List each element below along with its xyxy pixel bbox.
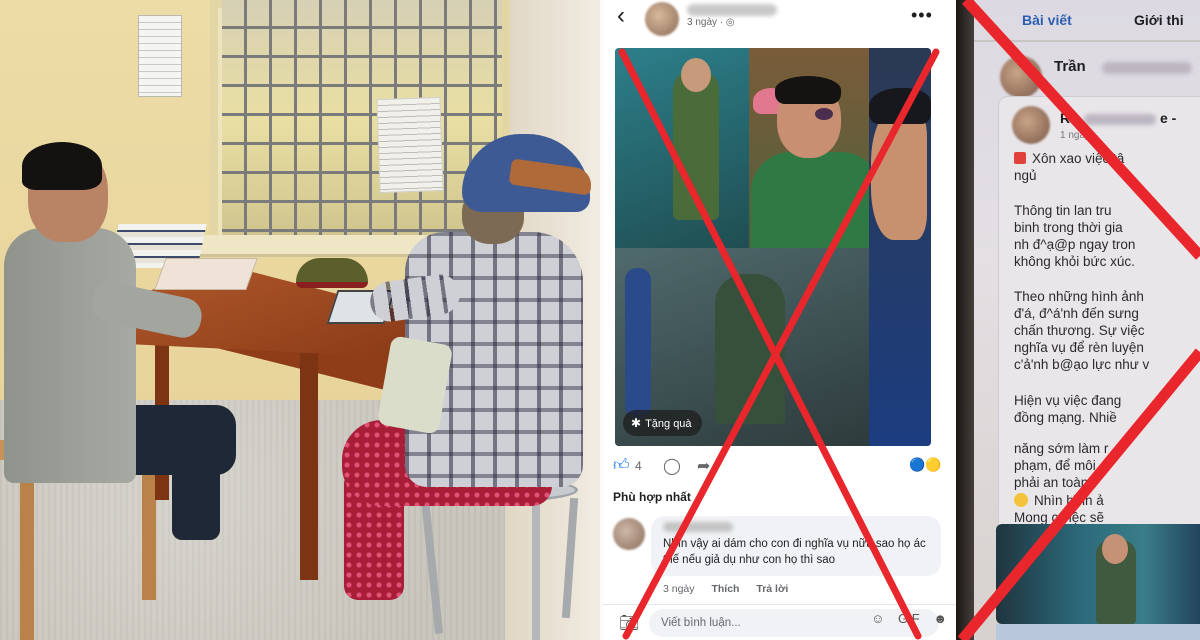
comment-composer: 📷︎ Viết bình luận... ☺ GIF ☻ [603,604,956,640]
article-line: Nhìn hình ả [1014,492,1104,509]
composer-tools: ☺ GIF ☻ [861,605,947,633]
article-line: phạm, để môi [1014,458,1096,473]
reaction-emojis-icon[interactable]: 🔵🟡 [909,457,941,473]
soldier-figure [673,70,719,220]
interview-photo [0,0,600,640]
post-time: 1 ngày [1060,130,1091,141]
article-line: nghĩa vụ để rèn luyện [1014,340,1144,355]
selfie-face [871,110,927,240]
post-time: 3 ngày · ◎ [687,17,735,28]
emoji-icon [1014,493,1028,507]
article-line: năng sớm làm r [1014,441,1109,456]
window-bars [222,0,502,238]
officer-shin [172,420,220,540]
article-line: binh trong thời gia [1014,220,1123,235]
wall-notice-paper [138,15,182,97]
article-line: phải an toàn [1014,475,1089,490]
reply-link[interactable]: Trả lời [756,583,788,595]
article-line: c'ả'nh b@ạo lực như v [1014,357,1150,372]
emoji-icon[interactable]: ☻ [933,611,947,626]
page-name-blurred [1102,62,1192,74]
tab-divider [974,40,1200,42]
comment-text: Nhìn vậy ai dám cho con đi nghĩa vụ nữa … [663,538,926,566]
back-arrow-icon[interactable]: ‹ [617,4,625,28]
comment-filter[interactable]: Phù hợp nhất ▼ [613,490,704,504]
facebook-post-screenshot: ‹ 3 ngày · ◎ ••• ✱ Tặng quà 👍︎ 4 ◯ ➦ 🔵🟡 P… [600,0,956,640]
post-header: ‹ 3 ngày · ◎ ••• [603,0,956,44]
camera-icon[interactable]: 📷︎ [619,613,639,633]
taped-paper [376,96,444,194]
tab-posts[interactable]: Bài viết [1022,12,1072,28]
like-link[interactable]: Thích [711,583,739,595]
phone-edge [956,0,976,640]
globe-icon: ◎ [725,17,735,28]
hair [869,88,931,124]
hair [775,76,841,104]
officer-hair [22,142,102,190]
document-folder [154,258,258,290]
sharer-name-tail: e - [1160,110,1177,126]
desk-leg [300,350,318,580]
soldier-head [1102,534,1128,564]
like-count: 4 [635,459,642,473]
commenter-avatar[interactable] [613,518,645,550]
gif-button[interactable]: GIF [898,611,920,626]
commenter-name-blurred [663,522,733,532]
share-icon[interactable]: ➦ [697,456,710,476]
article-line: Hiện vụ việc đang [1014,393,1122,408]
author-name-blurred [687,4,777,16]
article-line: Theo những hình ảnh [1014,289,1144,304]
officer-body [4,228,136,483]
comment-time: 3 ngày [663,583,695,595]
reaction-row: 👍︎ 4 ◯ ➦ 🔵🟡 [613,456,943,476]
article-line: ngủ [1014,168,1037,183]
page-name[interactable]: Trần [1054,58,1086,75]
gift-icon: ✱ [631,416,642,430]
chevron-down-icon: ▼ [694,493,704,503]
article-line: chấn thương. Sự việc [1014,323,1145,338]
article-line: Thông tin lan tru [1014,203,1112,218]
article-line: đồng mạng. Nhiề [1014,410,1117,425]
phone-screen-photo: Bài viết Giới thi Trần Ro e - 1 ngày Xôn… [956,0,1200,640]
police-cap [296,258,368,288]
soldier-figure [625,268,651,418]
bottom-bar [996,624,1200,640]
gift-button[interactable]: ✱ Tặng quà [623,410,702,436]
soldier-figure [715,274,785,424]
bruised-eye [815,108,833,120]
comment-bubble: Nhìn vậy ai dám cho con đi nghĩa vụ nữa … [651,516,941,576]
like-icon[interactable]: 👍︎ [613,456,630,475]
sticker-icon[interactable]: ☺ [871,611,884,626]
sharer-name[interactable]: Ro [1060,110,1079,126]
soldier-head [681,58,711,92]
article-line: Xôn xao việc tâ [1014,150,1124,167]
article-line: nh đ^ạ@p ngay tron [1014,237,1136,252]
author-avatar[interactable] [645,2,679,36]
tab-intro[interactable]: Giới thi [1134,12,1184,28]
comment-icon[interactable]: ◯ [663,456,681,476]
more-options-icon[interactable]: ••• [911,6,933,24]
article-line: không khỏi bức xúc. [1014,254,1135,269]
red-square-icon [1014,152,1026,164]
article-line: đ'á, đ^á'nh đến sưng [1014,306,1139,321]
sharer-avatar[interactable] [1012,106,1050,144]
stool-leg [532,500,540,640]
sharer-name-blurred [1084,114,1156,125]
post-image[interactable]: ✱ Tặng quà [615,48,931,446]
comment-actions: 3 ngày Thích Trả lời [663,583,802,595]
page-avatar[interactable] [1000,56,1042,98]
